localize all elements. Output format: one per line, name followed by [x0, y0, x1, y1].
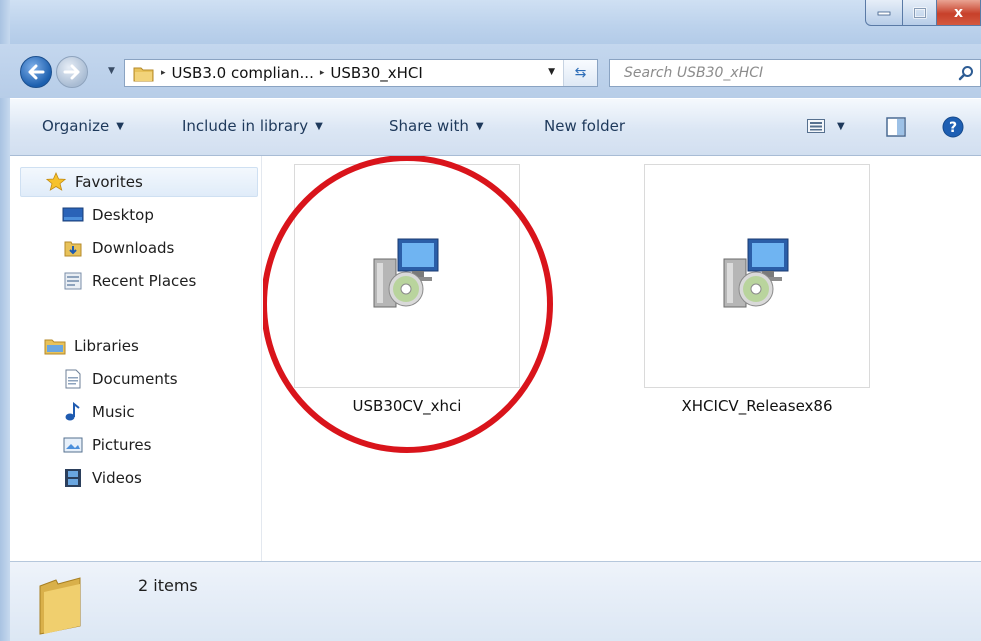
new-folder-button[interactable]: New folder [544, 117, 625, 135]
view-options-icon [807, 119, 825, 133]
recent-pages-dropdown[interactable]: ▼ [108, 66, 115, 76]
back-arrow-icon [28, 64, 45, 80]
documents-icon [62, 369, 84, 389]
nav-item-downloads[interactable]: Downloads [62, 233, 174, 263]
forward-arrow-icon [63, 64, 80, 80]
setup-installer-icon [373, 238, 439, 308]
dropdown-arrow-icon: ▼ [837, 120, 845, 132]
downloads-folder-icon [62, 238, 84, 258]
nav-libraries-label: Libraries [74, 337, 139, 355]
share-with-button[interactable]: Share with ▼ [389, 117, 484, 135]
nav-item-recent-places[interactable]: Recent Places [62, 266, 196, 296]
help-button[interactable]: ? [942, 116, 964, 142]
share-with-label: Share with [389, 117, 469, 135]
breadcrumb-usb30-xhci[interactable]: USB30_xHCI [330, 64, 422, 82]
include-in-library-label: Include in library [182, 117, 309, 135]
command-bar: Organize ▼ Include in library ▼ Share wi… [10, 98, 981, 156]
minimize-button[interactable] [865, 0, 903, 26]
maximize-button[interactable] [903, 0, 937, 26]
file-name: XHCICV_Releasex86 [681, 397, 833, 415]
videos-icon [62, 468, 84, 488]
minimize-icon [877, 11, 891, 15]
breadcrumb-usb3-compliance[interactable]: USB3.0 complian... [172, 64, 314, 82]
search-icon [958, 66, 973, 81]
nav-item-label: Music [92, 403, 135, 421]
preview-pane-button[interactable] [886, 117, 906, 141]
nav-item-label: Desktop [92, 206, 154, 224]
search-input[interactable] [624, 61, 944, 85]
folder-icon [39, 577, 81, 635]
address-history-dropdown[interactable]: ▼ [548, 67, 555, 77]
organize-label: Organize [42, 117, 110, 135]
pictures-icon [62, 435, 84, 455]
dropdown-arrow-icon: ▼ [315, 120, 323, 132]
nav-libraries[interactable]: Libraries [44, 331, 139, 361]
back-button[interactable] [20, 56, 52, 88]
svg-text:?: ? [949, 120, 957, 136]
include-in-library-button[interactable]: Include in library ▼ [182, 117, 323, 135]
star-icon [45, 172, 67, 192]
libraries-icon [44, 336, 66, 356]
nav-item-label: Recent Places [92, 272, 197, 290]
setup-installer-icon [723, 238, 789, 308]
organize-button[interactable]: Organize ▼ [42, 117, 124, 135]
nav-item-documents[interactable]: Documents [62, 364, 178, 394]
dropdown-arrow-icon: ▼ [475, 120, 484, 132]
items-count: 2 items [138, 576, 198, 595]
desktop-icon [62, 205, 84, 225]
details-pane: 2 items [10, 561, 981, 641]
nav-item-pictures[interactable]: Pictures [62, 430, 151, 460]
nav-item-label: Videos [92, 469, 142, 487]
file-tile-xhcicv-releasex86[interactable] [644, 164, 870, 388]
nav-item-desktop[interactable]: Desktop [62, 200, 154, 230]
address-bar[interactable]: ▸ USB3.0 complian... ▸ USB30_xHCI ▼ ⇆ [124, 59, 598, 87]
folder-icon [133, 67, 154, 82]
window-controls: x [865, 0, 981, 26]
new-folder-label: New folder [544, 117, 626, 135]
nav-item-label: Documents [92, 370, 178, 388]
maximize-icon [912, 6, 927, 19]
close-button[interactable]: x [937, 0, 981, 26]
file-name: USB30CV_xhci [352, 397, 462, 415]
file-tile-usb30cv-xhci[interactable] [294, 164, 520, 388]
nav-item-videos[interactable]: Videos [62, 463, 142, 493]
dropdown-arrow-icon: ▼ [116, 120, 124, 132]
title-bar: x [0, 0, 981, 44]
navigation-pane: Favorites Desktop Downloads Recent Place… [10, 156, 262, 561]
nav-item-label: Downloads [92, 239, 175, 257]
nav-item-label: Pictures [92, 436, 152, 454]
music-icon [62, 402, 84, 422]
recent-places-icon [62, 271, 84, 291]
close-icon: x [953, 4, 964, 21]
refresh-button[interactable]: ⇆ [563, 60, 597, 86]
nav-item-music[interactable]: Music [62, 397, 135, 427]
address-row: ▼ ▸ USB3.0 complian... ▸ USB30_xHCI ▼ ⇆ [0, 44, 981, 98]
file-list: USB30CV_xhci XHCICV_Releasex86 [263, 156, 981, 561]
preview-pane-icon [886, 117, 906, 137]
search-box[interactable] [609, 59, 981, 87]
help-icon: ? [942, 116, 964, 138]
refresh-icon: ⇆ [574, 65, 587, 81]
forward-button[interactable] [56, 56, 88, 88]
breadcrumb-separator-icon: ▸ [319, 68, 325, 78]
breadcrumb-separator-icon: ▸ [161, 68, 166, 78]
nav-favorites[interactable]: Favorites [20, 167, 258, 197]
nav-favorites-label: Favorites [75, 173, 143, 191]
change-view-button[interactable]: ▼ [807, 119, 845, 133]
